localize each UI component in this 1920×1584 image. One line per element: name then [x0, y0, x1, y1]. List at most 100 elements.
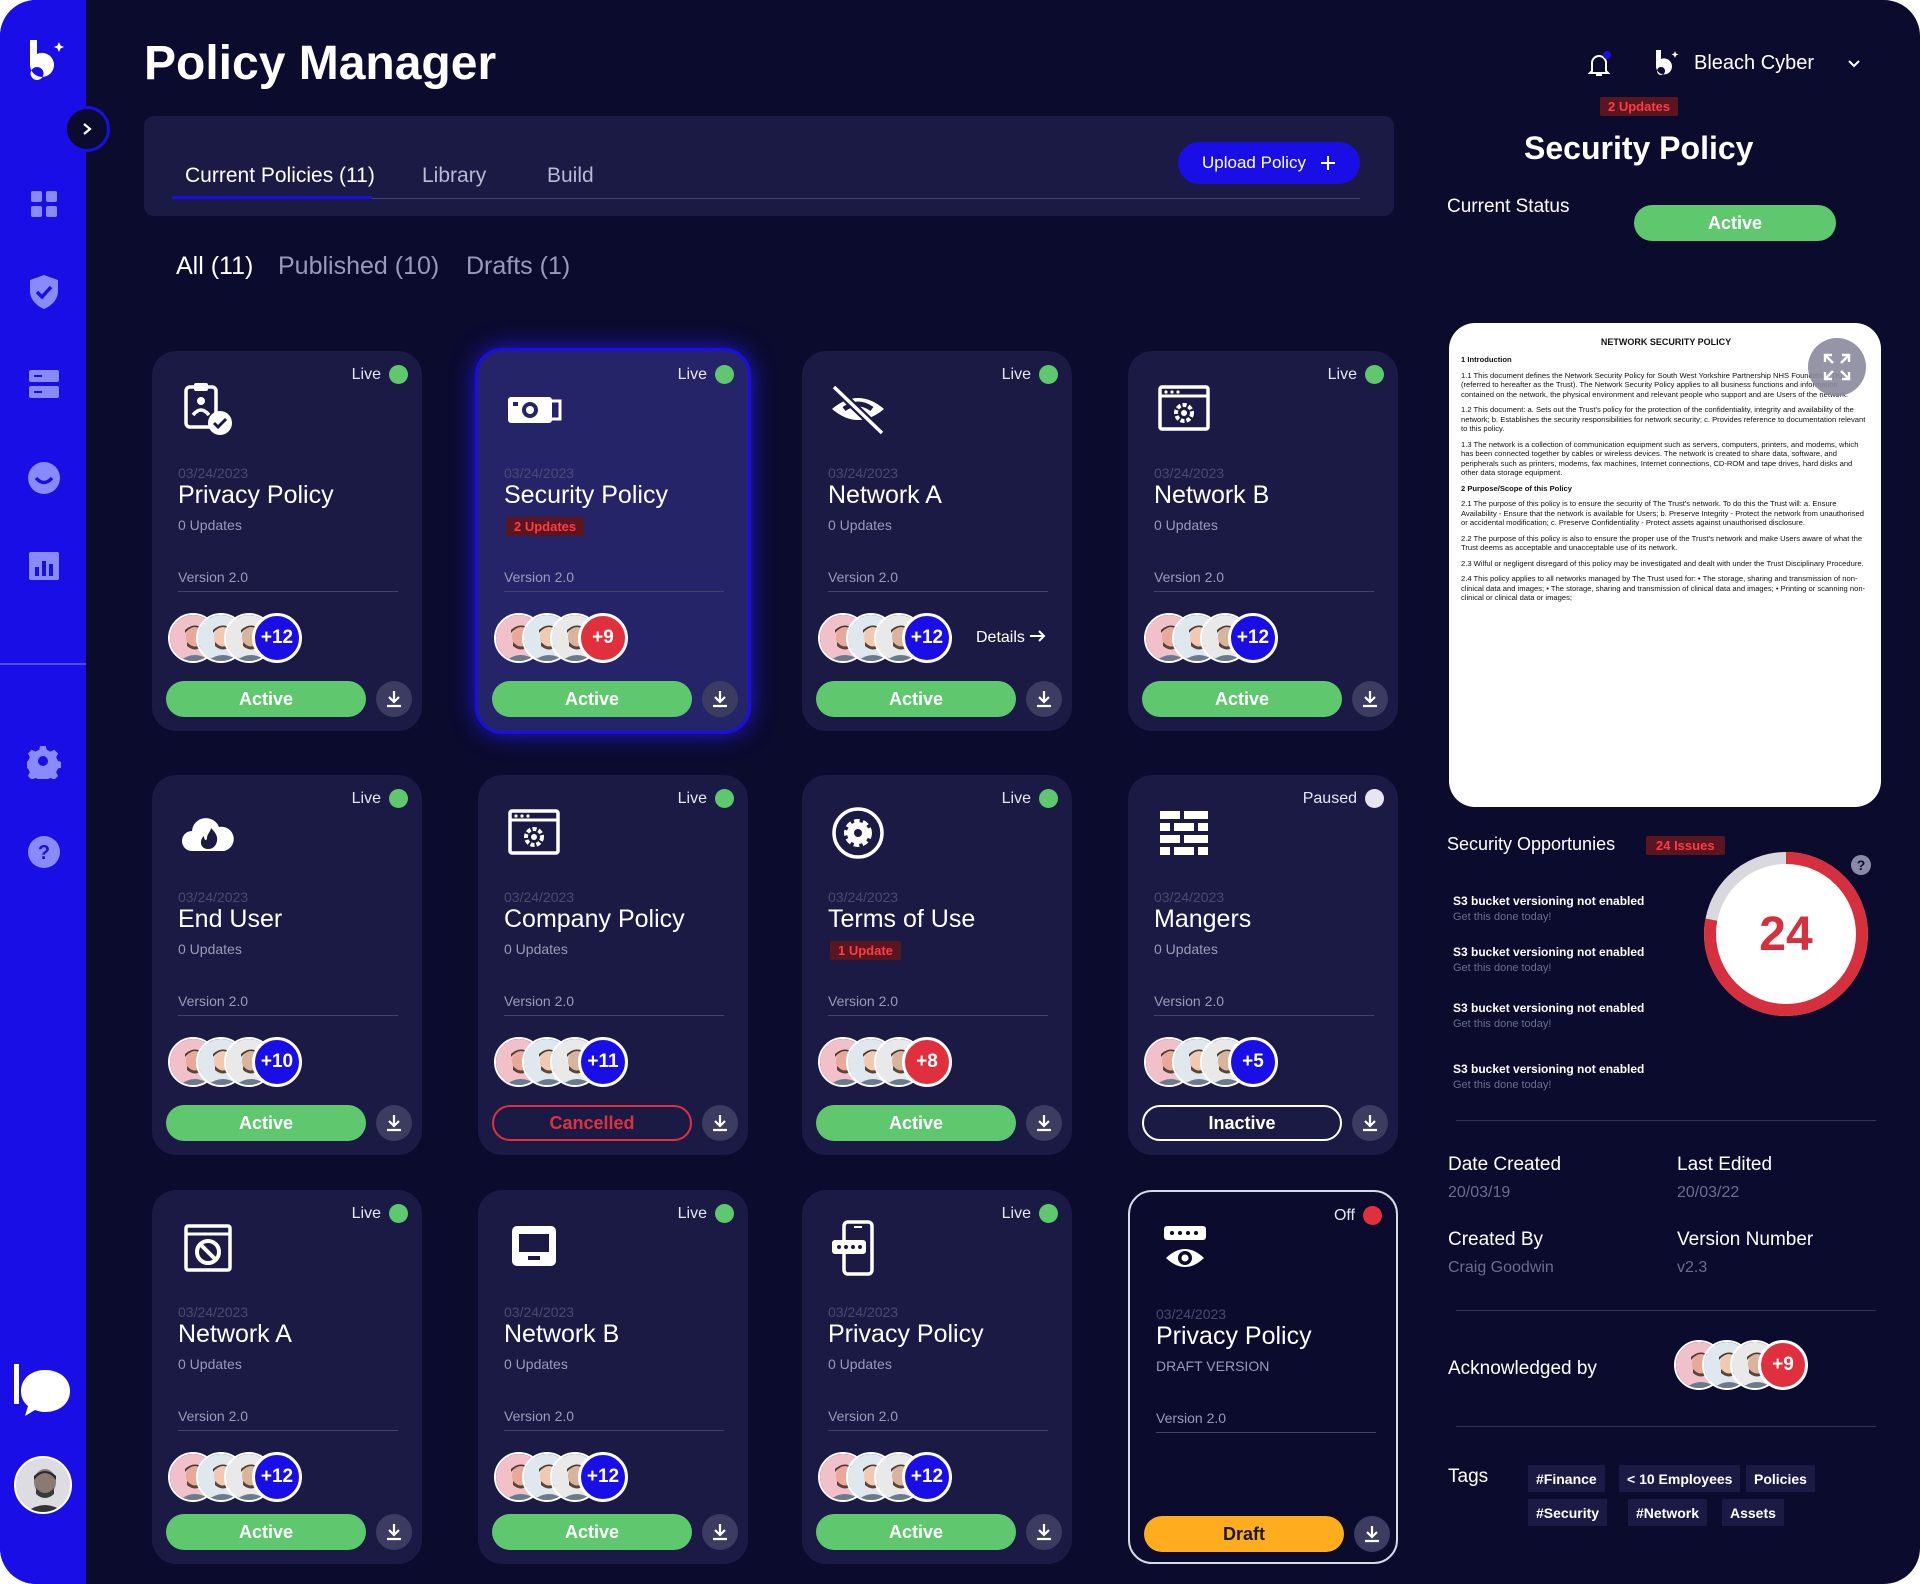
policy-card[interactable]: Paused 03/24/2023 Mangers 0 Updates Version … — [1128, 775, 1398, 1155]
status-pill[interactable]: Draft — [1144, 1516, 1344, 1552]
status-pill[interactable]: Active — [166, 1514, 366, 1550]
gear-icon[interactable] — [26, 744, 62, 780]
status-pill[interactable]: Active — [816, 1105, 1016, 1141]
status-pill[interactable]: Active — [1142, 681, 1342, 717]
download-icon[interactable] — [376, 1105, 412, 1141]
user-avatar[interactable] — [14, 1456, 72, 1514]
status-pill[interactable]: Active — [166, 681, 366, 717]
server-icon[interactable] — [26, 366, 62, 402]
document-title: NETWORK SECURITY POLICY — [1600, 337, 1732, 347]
more-members-badge[interactable]: +12 — [902, 1452, 952, 1502]
member-avatars[interactable]: +8 — [818, 1035, 978, 1089]
more-members-badge[interactable]: +12 — [252, 613, 302, 663]
more-members-badge[interactable]: +12 — [1228, 613, 1278, 663]
help-icon[interactable]: ? — [26, 834, 62, 870]
policy-card[interactable]: Live 03/24/2023 Company Policy 0 Updates Ver… — [478, 775, 748, 1155]
current-status-pill[interactable]: Active — [1634, 205, 1836, 241]
download-icon[interactable] — [702, 1105, 738, 1141]
download-icon[interactable] — [1354, 1516, 1390, 1552]
policy-card[interactable]: Off 03/24/2023 Privacy Policy DRAFT VERSION… — [1128, 1190, 1398, 1564]
member-avatars[interactable]: +12 — [494, 1450, 654, 1504]
more-members-badge[interactable]: +12 — [252, 1452, 302, 1502]
status-pill[interactable]: Active — [166, 1105, 366, 1141]
status-pill[interactable]: Active — [816, 1514, 1016, 1550]
filter-drafts[interactable]: Drafts (1) — [466, 252, 570, 281]
download-icon[interactable] — [1026, 681, 1062, 717]
more-members-badge[interactable]: +9 — [1758, 1340, 1808, 1390]
tag-chip[interactable]: < 10 Employees — [1619, 1465, 1741, 1492]
bell-icon[interactable] — [1584, 50, 1614, 80]
tag-chip[interactable]: #Network — [1628, 1499, 1708, 1526]
policy-card[interactable]: Live 03/24/2023 Network A 0 Updates Version … — [802, 351, 1072, 731]
policy-card[interactable]: Live 03/24/2023 Privacy Policy 0 Updates Ver… — [802, 1190, 1072, 1564]
status-pill[interactable]: Active — [492, 681, 692, 717]
card-status: Live — [678, 789, 734, 808]
chevron-down-icon[interactable] — [1846, 56, 1862, 72]
opportunity-item[interactable]: S3 bucket versioning not enabled Get this… — [1453, 1062, 1644, 1091]
chat-icon[interactable] — [14, 1364, 72, 1422]
status-dot — [715, 365, 734, 384]
download-icon[interactable] — [376, 1514, 412, 1550]
more-members-badge[interactable]: +8 — [902, 1037, 952, 1087]
download-icon[interactable] — [1352, 681, 1388, 717]
more-members-badge[interactable]: +10 — [252, 1037, 302, 1087]
policy-card[interactable]: Live 03/24/2023 End User 0 Updates Version 2… — [152, 775, 422, 1155]
member-avatars[interactable]: +12 — [1144, 611, 1304, 665]
sidebar-toggle-button[interactable] — [64, 106, 110, 152]
download-icon[interactable] — [1026, 1105, 1062, 1141]
more-members-badge[interactable]: +12 — [902, 613, 952, 663]
policy-card[interactable]: Live 03/24/2023 Network B 0 Updates Version … — [478, 1190, 748, 1564]
opportunity-item[interactable]: S3 bucket versioning not enabled Get this… — [1453, 1001, 1644, 1030]
status-pill[interactable]: Cancelled — [492, 1105, 692, 1141]
brand-logo[interactable] — [26, 38, 66, 86]
expand-icon[interactable] — [1808, 338, 1866, 396]
member-avatars[interactable]: +9 — [494, 611, 654, 665]
tab-current-policies[interactable]: Current Policies (11) — [185, 164, 375, 188]
member-avatars[interactable]: +10 — [168, 1035, 328, 1089]
help-icon[interactable]: ? — [1850, 854, 1872, 876]
status-pill[interactable]: Active — [816, 681, 1016, 717]
member-avatars[interactable]: +12 — [818, 1450, 978, 1504]
download-icon[interactable] — [1352, 1105, 1388, 1141]
member-avatars[interactable]: +12 — [168, 611, 328, 665]
status-pill[interactable]: Inactive — [1142, 1105, 1342, 1141]
acknowledged-avatars[interactable]: +9 — [1674, 1338, 1844, 1392]
tab-build[interactable]: Build — [547, 164, 594, 188]
download-icon[interactable] — [702, 1514, 738, 1550]
filter-published[interactable]: Published (10) — [278, 252, 439, 281]
chart-icon[interactable] — [26, 548, 62, 584]
upload-policy-button[interactable]: Upload Policy — [1178, 142, 1360, 184]
download-icon[interactable] — [376, 681, 412, 717]
more-members-badge[interactable]: +9 — [578, 613, 628, 663]
member-avatars[interactable]: +12 — [818, 611, 978, 665]
download-icon[interactable] — [702, 681, 738, 717]
opportunity-item[interactable]: S3 bucket versioning not enabled Get this… — [1453, 945, 1644, 974]
policy-card[interactable]: Live 03/24/2023 Network A 0 Updates Version … — [152, 1190, 422, 1564]
tag-chip[interactable]: Policies — [1746, 1465, 1815, 1492]
tag-chip[interactable]: #Finance — [1528, 1465, 1605, 1492]
member-avatars[interactable]: +12 — [168, 1450, 328, 1504]
shield-icon[interactable] — [26, 274, 62, 310]
smile-icon[interactable] — [26, 460, 62, 496]
filter-all[interactable]: All (11) — [176, 252, 253, 281]
grid-icon[interactable] — [26, 186, 62, 222]
member-avatars[interactable]: +5 — [1144, 1035, 1304, 1089]
details-link[interactable]: Details — [976, 629, 1047, 647]
tag-chip[interactable]: Assets — [1722, 1499, 1784, 1526]
download-icon[interactable] — [1026, 1514, 1062, 1550]
policy-card[interactable]: Live 03/24/2023 Privacy Policy 0 Updates Ver… — [152, 351, 422, 731]
more-members-badge[interactable]: +11 — [578, 1037, 628, 1087]
policy-card[interactable]: Live 03/24/2023 Network B 0 Updates Version … — [1128, 351, 1398, 731]
more-members-badge[interactable]: +12 — [578, 1452, 628, 1502]
policy-card[interactable]: Live 03/24/2023 Terms of Use 1 Update Versio… — [802, 775, 1072, 1155]
status-pill[interactable]: Active — [492, 1514, 692, 1550]
policy-card[interactable]: Live 03/24/2023 Security Policy 2 Updates Ve… — [478, 351, 748, 731]
tag-chip[interactable]: #Security — [1528, 1499, 1608, 1526]
current-status-label: Current Status — [1447, 196, 1570, 217]
member-avatars[interactable]: +11 — [494, 1035, 654, 1089]
opportunity-item[interactable]: S3 bucket versioning not enabled Get this… — [1453, 894, 1644, 923]
policy-document-preview[interactable]: NETWORK SECURITY POLICY 1 Introduction 1.… — [1449, 323, 1881, 807]
tab-library[interactable]: Library — [422, 164, 486, 188]
account-name[interactable]: Bleach Cyber — [1694, 52, 1814, 75]
more-members-badge[interactable]: +5 — [1228, 1037, 1278, 1087]
